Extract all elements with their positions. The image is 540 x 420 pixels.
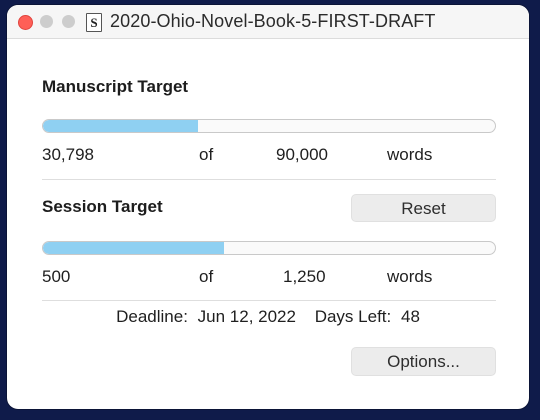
window-title: 2020-Ohio-Novel-Book-5-FIRST-DRAFT xyxy=(110,11,436,31)
session-of-label: of xyxy=(199,267,214,286)
deadline-date: Jun 12, 2022 xyxy=(197,307,296,326)
manuscript-unit[interactable]: words xyxy=(387,145,432,165)
deadline-label: Deadline: xyxy=(116,307,188,326)
manuscript-current-count: 30,798 xyxy=(42,145,94,164)
section-divider xyxy=(42,300,496,301)
session-target-count[interactable]: 1,250 xyxy=(283,267,326,287)
session-progress-bar xyxy=(42,241,496,255)
session-target-heading: Session Target xyxy=(42,197,163,216)
title-bar[interactable]: S 2020-Ohio-Novel-Book-5-FIRST-DRAFT xyxy=(7,5,529,39)
manuscript-target-count[interactable]: 90,000 xyxy=(276,145,328,165)
project-targets-window: S 2020-Ohio-Novel-Book-5-FIRST-DRAFT Man… xyxy=(7,5,529,409)
manuscript-progress-fill xyxy=(43,120,198,132)
deadline-line: Deadline: Jun 12, 2022 Days Left: 48 xyxy=(7,307,529,327)
zoom-window-button[interactable] xyxy=(62,15,75,28)
minimize-window-button[interactable] xyxy=(40,15,53,28)
session-current-count: 500 xyxy=(42,267,71,286)
reset-button[interactable]: Reset xyxy=(351,194,496,222)
close-window-button[interactable] xyxy=(18,15,33,30)
session-progress-fill xyxy=(43,242,224,254)
scrivener-document-icon: S xyxy=(86,13,102,32)
manuscript-target-heading: Manuscript Target xyxy=(42,77,189,96)
days-left-value: 48 xyxy=(400,307,420,326)
days-left-label: Days Left: xyxy=(314,307,392,326)
manuscript-progress-bar xyxy=(42,119,496,133)
options-button[interactable]: Options... xyxy=(351,347,496,376)
manuscript-of-label: of xyxy=(199,145,214,164)
section-divider xyxy=(42,179,496,180)
session-unit[interactable]: words xyxy=(387,267,432,287)
